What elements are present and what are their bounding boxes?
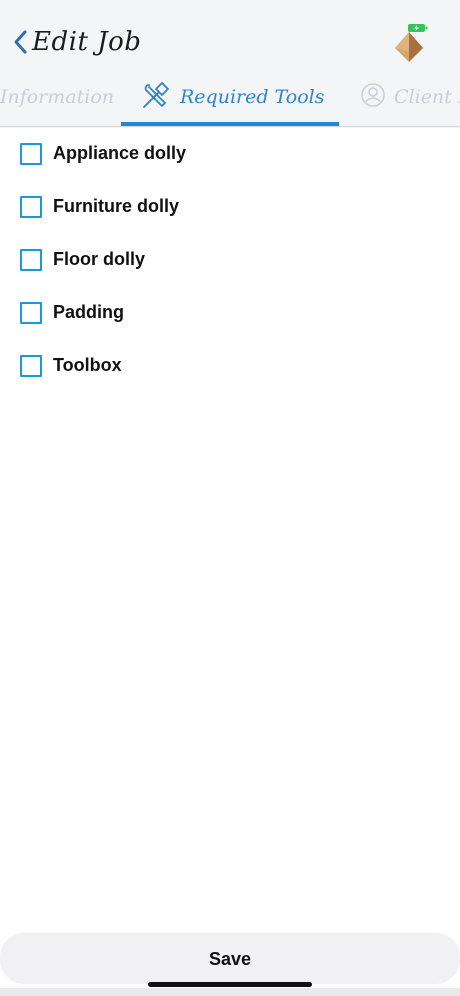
checkbox-label: Appliance dolly	[53, 143, 187, 163]
tab-bar: Information Required Tools Client	[0, 68, 460, 126]
home-indicator[interactable]	[148, 982, 312, 987]
app-header: Edit Job Information Required Tools Clie…	[0, 0, 460, 128]
checkbox[interactable]	[20, 354, 42, 377]
tool-appliance-dolly[interactable]: Appliance dolly	[0, 127, 460, 180]
checkbox-label: Padding	[53, 302, 124, 322]
tab-required-tools[interactable]: Required Tools	[142, 68, 324, 126]
checkbox-label: Floor dolly	[53, 249, 145, 269]
user-icon	[360, 82, 394, 113]
bottom-strip	[0, 988, 460, 996]
tool-furniture-dolly[interactable]: Furniture dolly	[0, 180, 460, 233]
tools-icon	[142, 81, 180, 114]
save-button-label: Save	[208, 948, 252, 969]
tab-label: Information	[0, 86, 115, 108]
checkbox[interactable]	[20, 195, 42, 218]
save-button[interactable]: Save	[0, 934, 460, 984]
tab-label: Client In	[394, 86, 460, 108]
tool-floor-dolly[interactable]: Floor dolly	[0, 233, 460, 286]
checkbox[interactable]	[20, 248, 42, 271]
tool-padding[interactable]: Padding	[0, 286, 460, 339]
checkbox-label: Furniture dolly	[53, 196, 179, 216]
required-tools-list: Appliance dolly Furniture dolly Floor do…	[0, 127, 460, 392]
tab-label: Required Tools	[180, 86, 325, 108]
checkbox[interactable]	[20, 142, 42, 165]
page-title: Edit Job	[32, 27, 142, 57]
chevron-left-icon	[12, 29, 28, 55]
checkbox[interactable]	[20, 301, 42, 324]
pyramid-logo-icon[interactable]	[393, 30, 425, 69]
tab-information[interactable]: Information	[0, 68, 114, 126]
back-button[interactable]: Edit Job	[12, 22, 141, 62]
tab-client-info[interactable]: Client In	[360, 68, 460, 126]
checkbox-label: Toolbox	[53, 355, 122, 375]
tool-toolbox[interactable]: Toolbox	[0, 339, 460, 392]
